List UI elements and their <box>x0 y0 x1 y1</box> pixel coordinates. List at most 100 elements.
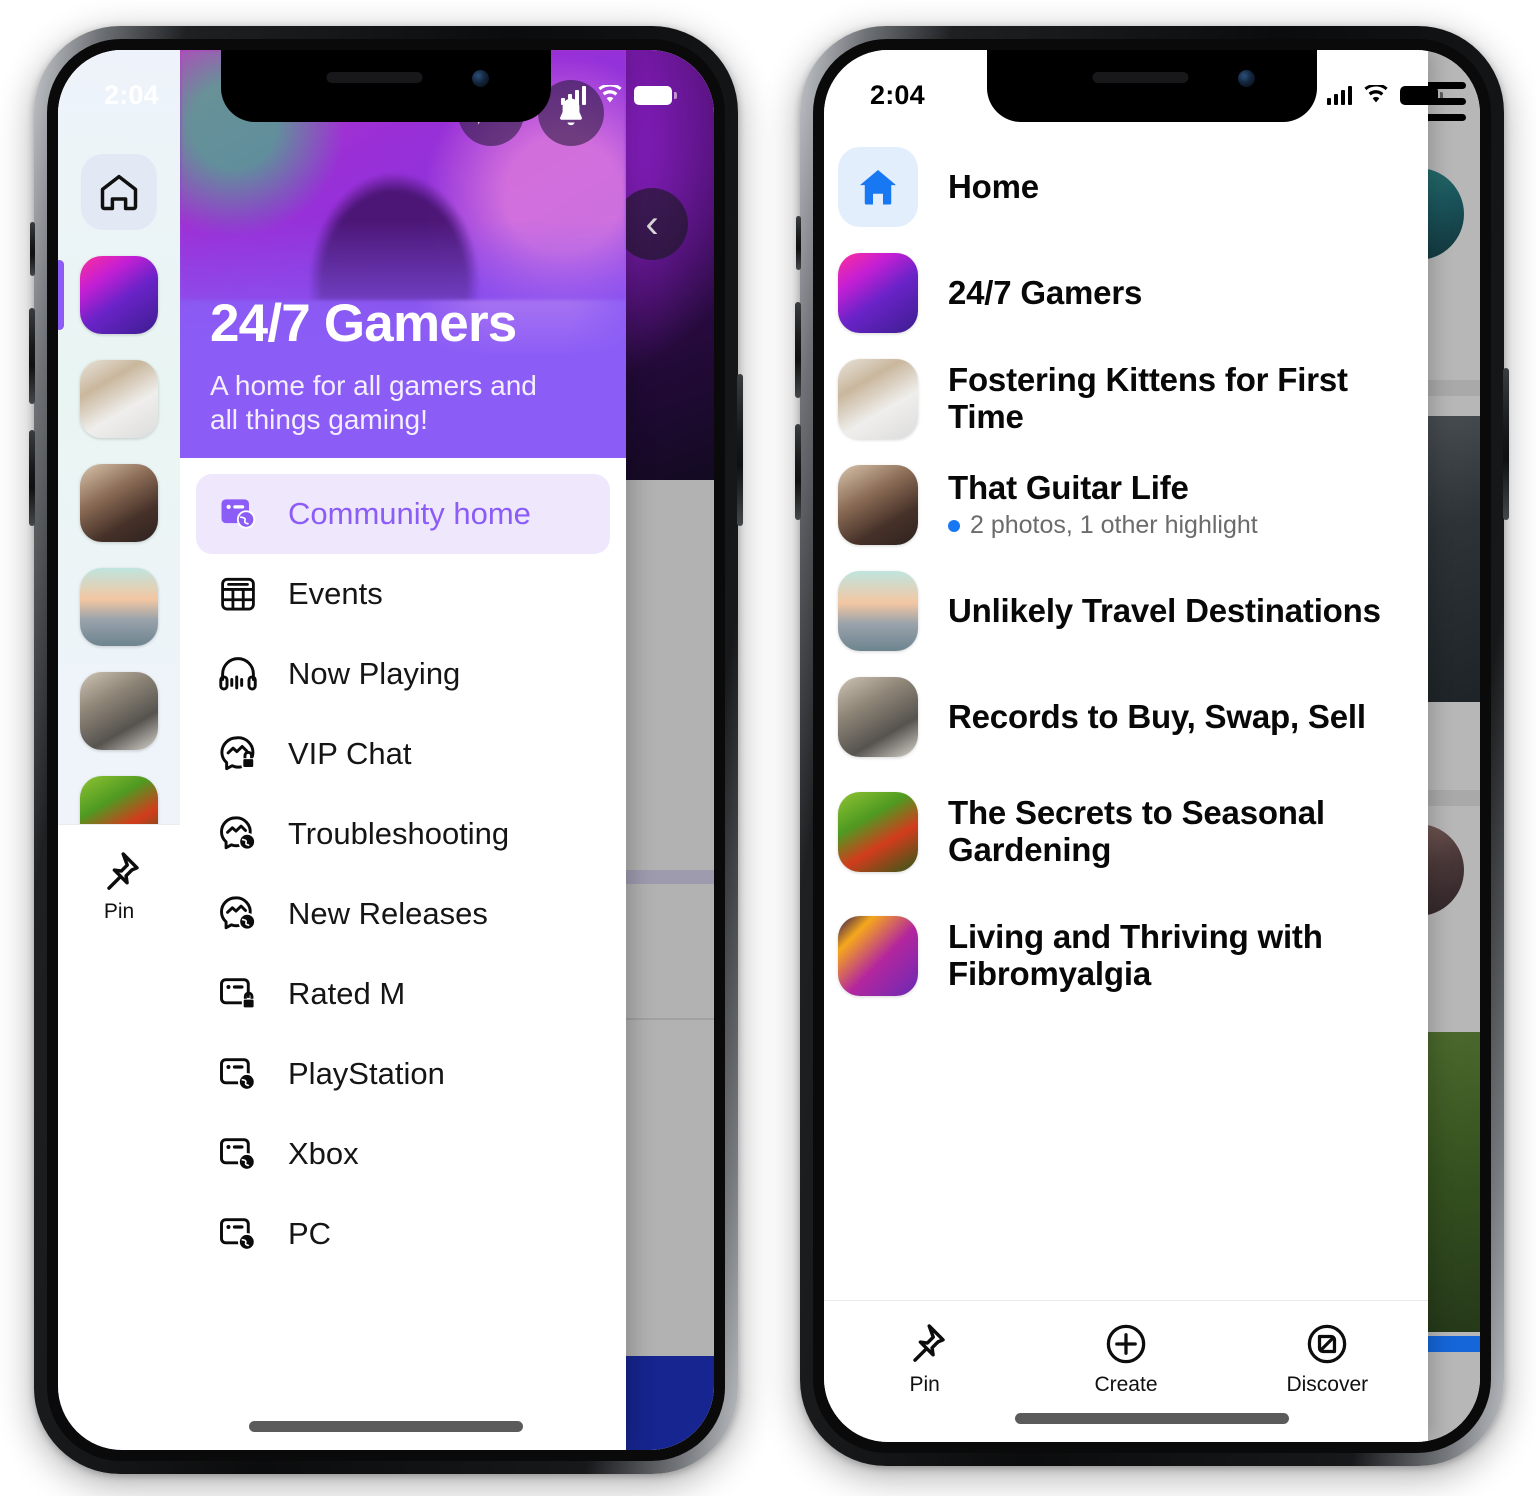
list-item-home[interactable]: Home <box>824 134 1428 240</box>
menu-item-label: PC <box>288 1216 332 1251</box>
list-item-kittens[interactable]: Fostering Kittens for First Time <box>824 346 1428 452</box>
menu-item-label: PlayStation <box>288 1056 445 1091</box>
menu-item-label: Now Playing <box>288 656 461 691</box>
volume-up-button[interactable] <box>795 302 801 398</box>
front-camera <box>472 70 489 87</box>
volume-down-button[interactable] <box>795 424 801 520</box>
hamburger-menu-icon[interactable] <box>1422 82 1466 121</box>
phone-device-left: ‹ 24 F New Che ⌂ <box>29 26 743 1474</box>
list-item-fibromyalgia[interactable]: Living and Thriving with Fibromyalgia <box>824 894 1428 1018</box>
drawer-main-left: 24/7 Gamers A home for all gamers and al… <box>180 50 626 1450</box>
unread-dot-icon <box>948 519 960 532</box>
tab-create[interactable]: Create <box>1025 1321 1226 1397</box>
menu-item-label: Events <box>288 576 383 611</box>
communities-list: Home 24/7 Gamers Fostering Kittens for F… <box>824 50 1428 1300</box>
list-item-gardening[interactable]: The Secrets to Seasonal Gardening <box>824 770 1428 894</box>
list-item-guitar[interactable]: That Guitar Life 2 photos, 1 other highl… <box>824 452 1428 558</box>
home-indicator-right[interactable] <box>1015 1413 1289 1424</box>
list-item-label: Fostering Kittens for First Time <box>948 361 1348 435</box>
tab-label: Pin <box>909 1373 940 1396</box>
home-indicator-left[interactable] <box>249 1421 523 1432</box>
channel-public-icon <box>214 1130 262 1178</box>
community-thumbnail <box>838 571 918 651</box>
community-title: 24/7 Gamers <box>210 294 517 353</box>
community-thumbnail <box>838 916 918 996</box>
channel-public-icon <box>214 490 262 538</box>
list-item-label: Records to Buy, Swap, Sell <box>948 697 1366 735</box>
menu-item-events[interactable]: Events <box>196 554 610 634</box>
list-item-label: 24/7 Gamers <box>948 273 1143 311</box>
rail-thumb-kittens[interactable] <box>80 360 158 438</box>
notification-bell-icon <box>560 98 582 126</box>
community-thumbnail <box>838 359 918 439</box>
rail-thumb-records[interactable] <box>80 672 158 750</box>
headphones-icon <box>214 650 262 698</box>
community-drawer: Pin 24/7 Gamers A home for all gamers an… <box>58 50 626 1450</box>
menu-item-label: Community home <box>288 496 531 531</box>
mute-switch[interactable] <box>30 222 35 276</box>
community-thumbnail <box>838 465 918 545</box>
list-item-label: That Guitar Life <box>948 468 1189 506</box>
volume-up-button[interactable] <box>29 308 35 404</box>
list-item-label: Home <box>948 167 1039 205</box>
earpiece-speaker <box>1092 72 1189 83</box>
phone-device-right: C Che he’s ⌂ <box>795 26 1509 1466</box>
phone-bezel-left: ‹ 24 F New Che ⌂ <box>47 39 725 1461</box>
rail-pin-label: Pin <box>103 900 135 923</box>
community-thumbnail <box>838 677 918 757</box>
discover-compass-icon <box>1308 1324 1347 1364</box>
channel-lock-icon <box>214 970 262 1018</box>
menu-item-label: New Releases <box>288 896 488 931</box>
back-button-background[interactable]: ‹ <box>616 188 688 260</box>
communities-list-panel: Home 24/7 Gamers Fostering Kittens for F… <box>824 50 1428 1442</box>
power-button[interactable] <box>1503 368 1509 520</box>
channel-menu: Community home Events Now Playing VIP Ch… <box>180 458 626 1450</box>
calendar-grid-icon <box>214 570 262 618</box>
menu-item-rated-m[interactable]: Rated M <box>196 954 610 1034</box>
mute-switch[interactable] <box>796 216 801 270</box>
community-description: A home for all gamers and all things gam… <box>210 369 537 436</box>
list-item-travel[interactable]: Unlikely Travel Destinations <box>824 558 1428 664</box>
menu-item-new-releases[interactable]: New Releases <box>196 874 610 954</box>
screen-left: ‹ 24 F New Che ⌂ <box>58 50 714 1450</box>
screenshot-stage: ‹ 24 F New Che ⌂ <box>0 0 1536 1496</box>
list-item-label: Living and Thriving with Fibromyalgia <box>948 918 1323 992</box>
screen-right: C Che he’s ⌂ <box>824 50 1480 1442</box>
menu-item-xbox[interactable]: Xbox <box>196 1114 610 1194</box>
rail-thumb-travel[interactable] <box>80 568 158 646</box>
list-item-records[interactable]: Records to Buy, Swap, Sell <box>824 664 1428 770</box>
rail-home-button[interactable] <box>81 154 157 230</box>
community-thumbnail <box>838 253 918 333</box>
community-thumbnail <box>838 792 918 872</box>
menu-item-playstation[interactable]: PlayStation <box>196 1034 610 1114</box>
plus-circle-icon <box>1106 1324 1146 1364</box>
volume-down-button[interactable] <box>29 430 35 526</box>
channel-public-icon <box>214 1210 262 1258</box>
list-item-label: The Secrets to Seasonal Gardening <box>948 794 1325 868</box>
rail-pin-button[interactable]: Pin <box>58 824 180 984</box>
menu-item-now-playing[interactable]: Now Playing <box>196 634 610 714</box>
pushpin-icon <box>107 852 139 890</box>
list-item-subtitle-row: 2 photos, 1 other highlight <box>948 511 1258 540</box>
device-notch-left <box>221 50 551 122</box>
tab-pin[interactable]: Pin <box>824 1321 1025 1397</box>
earpiece-speaker <box>326 72 423 83</box>
menu-item-troubleshooting[interactable]: Troubleshooting <box>196 794 610 874</box>
front-camera <box>1238 70 1255 87</box>
pushpin-icon <box>912 1324 945 1362</box>
device-notch-right <box>987 50 1317 122</box>
rail-thumb-gamers[interactable] <box>58 256 158 334</box>
rail-thumb-guitar[interactable] <box>80 464 158 542</box>
list-item-gamers[interactable]: 24/7 Gamers <box>824 240 1428 346</box>
menu-item-vip-chat[interactable]: VIP Chat <box>196 714 610 794</box>
phone-bezel-right: C Che he’s ⌂ <box>813 39 1491 1453</box>
menu-item-pc[interactable]: PC <box>196 1194 610 1274</box>
menu-item-label: Rated M <box>288 976 406 1011</box>
home-outline-icon <box>100 174 138 211</box>
tab-discover[interactable]: Discover <box>1227 1321 1428 1397</box>
menu-item-community-home[interactable]: Community home <box>196 474 610 554</box>
community-rail: Pin <box>58 50 180 984</box>
chat-public-icon <box>214 810 262 858</box>
power-button[interactable] <box>737 374 743 526</box>
home-icon-glyph <box>859 169 897 205</box>
